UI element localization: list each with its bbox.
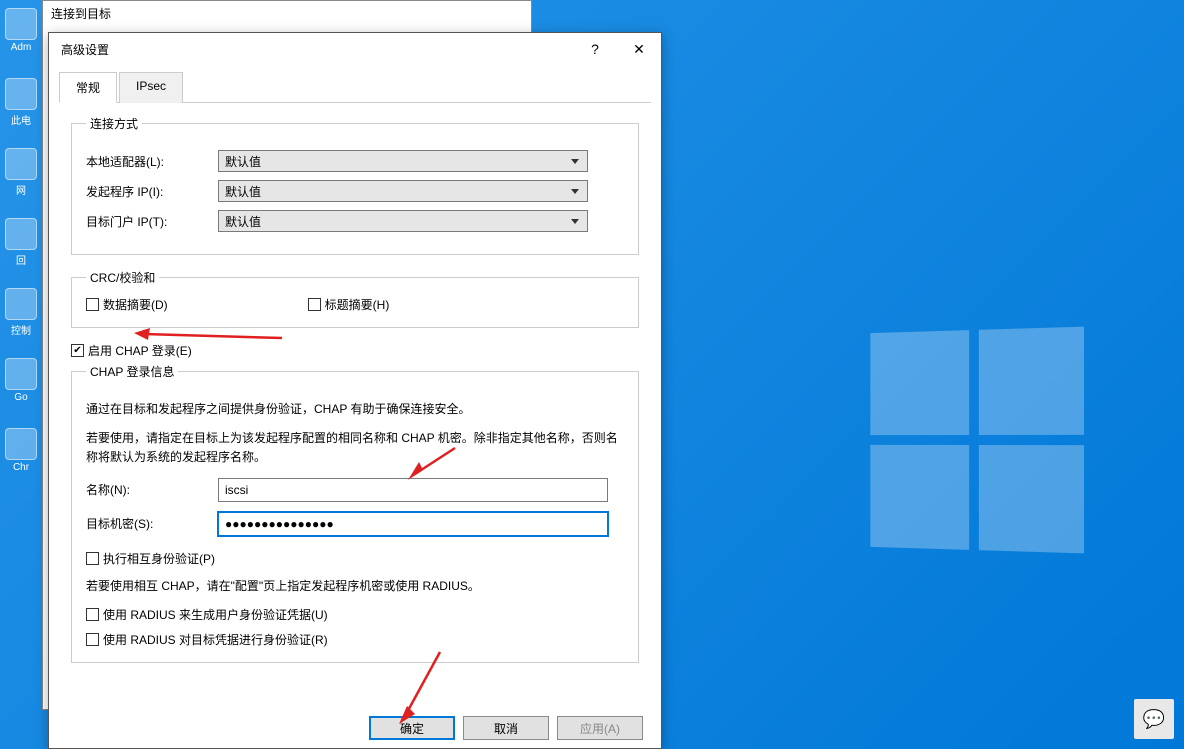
windows-logo — [870, 327, 1084, 554]
dialog-content: 连接方式 本地适配器(L): 默认值 发起程序 IP(I): 默认值 目标门户 … — [49, 103, 661, 706]
name-label: 名称(N): — [86, 481, 218, 498]
apply-button[interactable]: 应用(A) — [557, 716, 643, 740]
mutual-desc: 若要使用相互 CHAP，请在"配置"页上指定发起程序机密或使用 RADIUS。 — [86, 577, 624, 596]
advanced-settings-dialog: 高级设置 ? ✕ 常规 IPsec 连接方式 本地适配器(L): 默认值 发起程… — [48, 32, 662, 749]
tab-ipsec[interactable]: IPsec — [119, 72, 183, 103]
tray-icon[interactable]: 💬 — [1134, 699, 1174, 739]
initiator-ip-label: 发起程序 IP(I): — [86, 183, 218, 200]
local-adapter-select[interactable]: 默认值 — [218, 150, 588, 172]
header-digest-checkbox[interactable]: 标题摘要(H) — [308, 296, 390, 313]
desktop-icons: Adm 此电 网 回 控制 Go Chr — [4, 8, 44, 498]
mutual-auth-checkbox[interactable]: 执行相互身份验证(P) — [86, 550, 624, 567]
initiator-ip-select[interactable]: 默认值 — [218, 180, 588, 202]
desktop-icon[interactable]: Adm — [4, 8, 38, 68]
ok-button[interactable]: 确定 — [369, 716, 455, 740]
dialog-title: 高级设置 — [61, 41, 573, 58]
crc-legend: CRC/校验和 — [86, 269, 159, 286]
target-secret-input[interactable] — [218, 512, 608, 536]
desktop-icon[interactable]: Go — [4, 358, 38, 418]
local-adapter-label: 本地适配器(L): — [86, 153, 218, 170]
close-button[interactable]: ✕ — [617, 34, 661, 64]
data-digest-checkbox[interactable]: 数据摘要(D) — [86, 296, 168, 313]
radius-gen-checkbox[interactable]: 使用 RADIUS 来生成用户身份验证凭据(U) — [86, 606, 624, 623]
desktop-icon[interactable]: 回 — [4, 218, 38, 278]
connection-legend: 连接方式 — [86, 115, 142, 132]
titlebar[interactable]: 高级设置 ? ✕ — [49, 33, 661, 65]
chap-desc1: 通过在目标和发起程序之间提供身份验证，CHAP 有助于确保连接安全。 — [86, 400, 624, 419]
target-ip-select[interactable]: 默认值 — [218, 210, 588, 232]
enable-chap-checkbox[interactable]: 启用 CHAP 登录(E) — [71, 342, 639, 359]
dialog-buttons: 确定 取消 应用(A) — [49, 706, 661, 748]
desktop-icon[interactable]: 此电 — [4, 78, 38, 138]
chap-desc2: 若要使用，请指定在目标上为该发起程序配置的相同名称和 CHAP 机密。除非指定其… — [86, 429, 624, 467]
secret-label: 目标机密(S): — [86, 515, 218, 532]
crc-group: CRC/校验和 数据摘要(D) 标题摘要(H) — [71, 269, 639, 328]
tab-strip: 常规 IPsec — [59, 71, 651, 103]
connection-group: 连接方式 本地适配器(L): 默认值 发起程序 IP(I): 默认值 目标门户 … — [71, 115, 639, 255]
radius-auth-checkbox[interactable]: 使用 RADIUS 对目标凭据进行身份验证(R) — [86, 631, 624, 648]
desktop-icon[interactable]: Chr — [4, 428, 38, 488]
chap-legend: CHAP 登录信息 — [86, 363, 178, 380]
target-ip-label: 目标门户 IP(T): — [86, 213, 218, 230]
help-button[interactable]: ? — [573, 34, 617, 64]
name-input[interactable] — [218, 478, 608, 502]
tab-general[interactable]: 常规 — [59, 72, 117, 103]
cancel-button[interactable]: 取消 — [463, 716, 549, 740]
background-window-title: 连接到目标 — [43, 1, 531, 26]
desktop-icon[interactable]: 网 — [4, 148, 38, 208]
desktop-icon[interactable]: 控制 — [4, 288, 38, 348]
chap-group: CHAP 登录信息 通过在目标和发起程序之间提供身份验证，CHAP 有助于确保连… — [71, 363, 639, 663]
